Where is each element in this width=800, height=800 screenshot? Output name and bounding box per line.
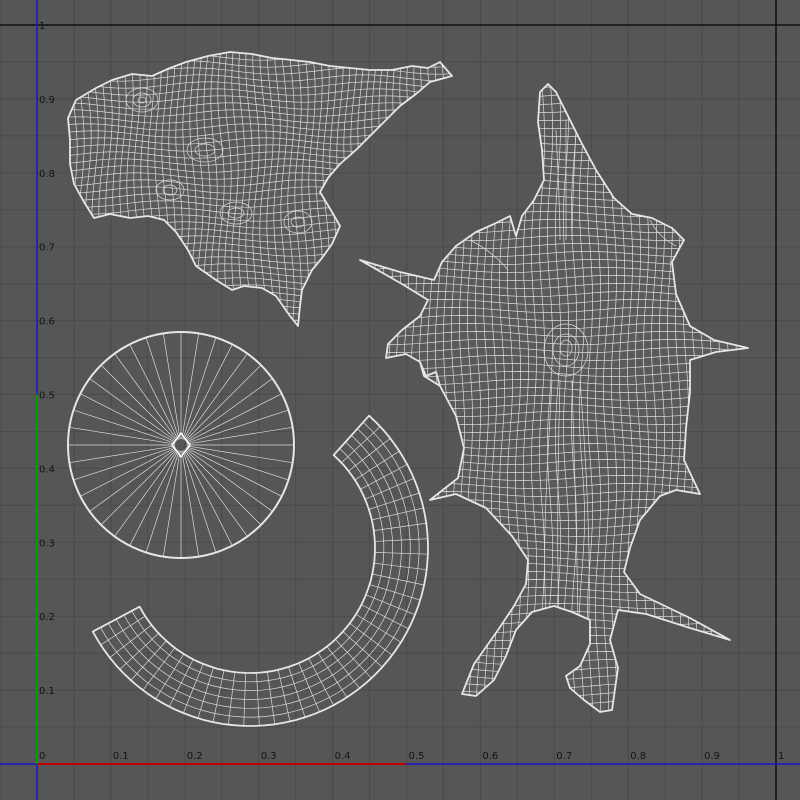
ring-island[interactable] [91, 414, 429, 727]
v-tick-label: 0.5 [39, 391, 55, 402]
u-tick-label: 0 [39, 751, 45, 762]
disc-spoke [186, 426, 293, 445]
u-tick-label: 0.4 [335, 751, 351, 762]
disc-spoke [182, 337, 217, 440]
v-tick-label: 1 [39, 21, 45, 32]
u-tick-label: 0.8 [630, 751, 646, 762]
disc-spoke [100, 364, 178, 442]
v-tick-label: 0.7 [39, 243, 55, 254]
mesh-edge [755, 70, 760, 726]
mesh-edge [360, 707, 748, 712]
mesh-edge [763, 70, 768, 726]
v-tick-label: 0.9 [39, 95, 55, 106]
mesh-edge [57, 50, 63, 338]
mesh-edge [350, 715, 766, 720]
mesh-edge [360, 659, 748, 665]
v-tick-labels: 0.1 0.2 0.3 0.4 0.5 0.6 0.7 0.8 0.9 1 [39, 21, 55, 697]
v-tick-label: 0.6 [39, 317, 55, 328]
disc-spoke [186, 445, 293, 464]
v-tick-label: 0.3 [39, 538, 55, 549]
mesh-edge [360, 643, 748, 649]
u-tick-label: 0.2 [187, 751, 203, 762]
u-tick-label: 0.5 [409, 751, 425, 762]
mesh-edge [68, 305, 452, 313]
disc-spoke [73, 446, 176, 481]
mesh-edge [715, 84, 721, 712]
leaf-island[interactable] [57, 47, 462, 340]
u-tick-label: 0.7 [556, 751, 572, 762]
uv-viewport[interactable]: 0 0.1 0.2 0.3 0.4 0.5 0.6 0.7 0.8 0.9 1 0.1 0.2 0.3 0… [0, 0, 800, 800]
mesh-edge [360, 691, 748, 697]
mesh-edge [360, 683, 748, 689]
mesh-edge [363, 84, 369, 712]
disc-spoke [186, 446, 289, 481]
mesh-edge [435, 84, 441, 712]
mesh-edge [387, 84, 393, 712]
mesh-edge [360, 699, 748, 705]
disc-spoke [69, 426, 176, 445]
disc-island-spokes [68, 332, 294, 558]
u-tick-label: 0.1 [113, 751, 129, 762]
mesh-edge [68, 291, 452, 299]
mesh-edge [411, 84, 417, 712]
disc-island[interactable] [67, 331, 295, 559]
mesh-edge [371, 84, 377, 712]
ring-edge-loop [131, 448, 385, 683]
mesh-edge [350, 723, 766, 728]
mesh-edge [395, 84, 401, 712]
disc-spoke [182, 450, 217, 553]
mesh-edge [731, 84, 737, 712]
mesh-edge [427, 84, 433, 712]
mesh-edge [379, 84, 385, 712]
v-tick-label: 0.1 [39, 686, 55, 697]
mesh-edge [68, 298, 452, 306]
creature-island[interactable] [347, 67, 770, 730]
mesh-edge [68, 312, 452, 320]
mesh-edge [68, 52, 452, 54]
disc-spoke [184, 364, 262, 442]
creature-island-fill [360, 84, 748, 712]
ring-island-mesh [92, 415, 428, 726]
mesh-edge [360, 651, 748, 657]
v-tick-label: 0.8 [39, 169, 55, 180]
mesh-edge [739, 84, 745, 712]
u-tick-label: 1 [778, 751, 784, 762]
u-tick-labels: 0 0.1 0.2 0.3 0.4 0.5 0.6 0.7 0.8 0.9 1 [39, 751, 784, 762]
mesh-edge [347, 70, 352, 726]
disc-spoke [162, 333, 181, 440]
disc-spoke [73, 409, 176, 444]
disc-spoke [100, 448, 178, 526]
uv-canvas[interactable]: 0 0.1 0.2 0.3 0.4 0.5 0.6 0.7 0.8 0.9 1 0.10.20.30… [0, 0, 800, 800]
mesh-edge [419, 84, 425, 712]
disc-spoke [184, 448, 262, 526]
disc-spoke [186, 409, 289, 444]
disc-spoke [145, 337, 180, 440]
u-tick-label: 0.3 [261, 751, 277, 762]
v-tick-label: 0.4 [39, 464, 55, 475]
mesh-edge [68, 52, 71, 326]
disc-spoke [145, 450, 180, 553]
disc-spoke [69, 445, 176, 464]
u-tick-label: 0.9 [704, 751, 720, 762]
disc-spoke [162, 450, 181, 557]
mesh-edge [360, 667, 748, 673]
mesh-edge [723, 84, 729, 712]
u-tick-label: 0.6 [482, 751, 498, 762]
mesh-edge [360, 675, 748, 681]
mesh-edge [747, 84, 748, 712]
mesh-edge [360, 635, 748, 641]
v-tick-label: 0.2 [39, 612, 55, 623]
